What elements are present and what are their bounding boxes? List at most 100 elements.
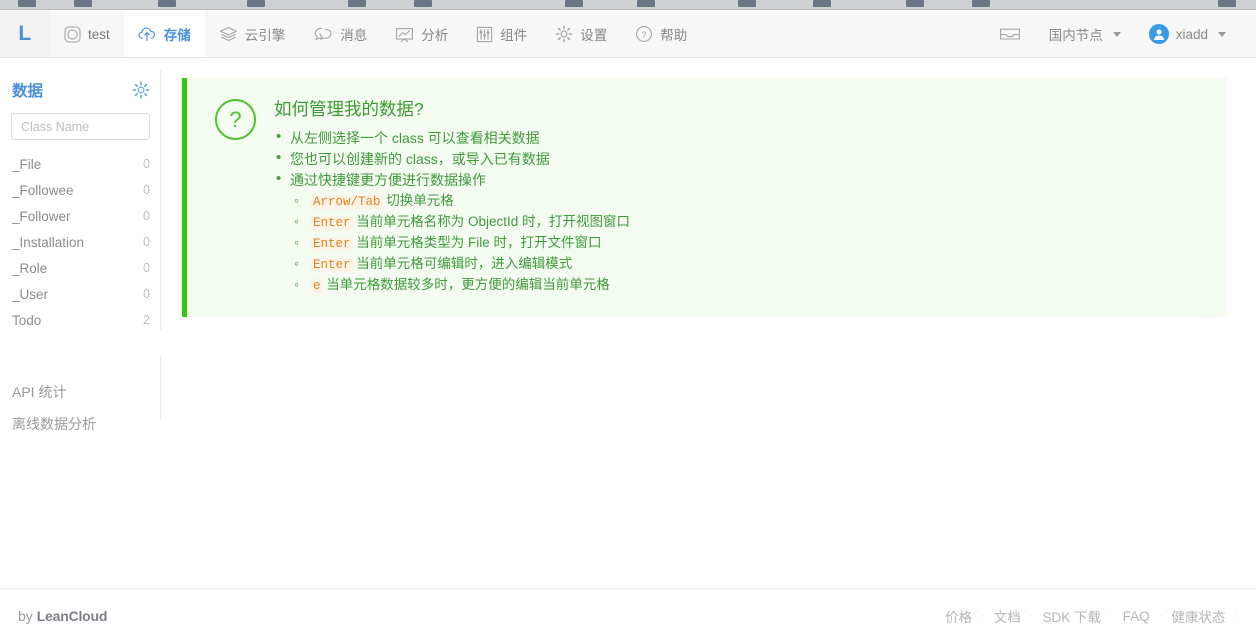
class-list-item-installation[interactable]: _Installation 0 <box>0 229 161 255</box>
help-bullet-text: 您也可以创建新的 class，或导入已有数据 <box>290 151 550 167</box>
help-callout: ? 如何管理我的数据? 从左侧选择一个 class 可以查看相关数据 您也可以创… <box>182 78 1227 317</box>
leancloud-logo[interactable]: L <box>0 11 50 57</box>
gear-icon <box>555 25 573 43</box>
region-label: 国内节点 <box>1048 28 1103 43</box>
shortcut-list: Arrow/Tab 切换单元格 Enter 当前单元格名称为 ObjectId … <box>290 190 1207 296</box>
sidebar-header: 数据 <box>0 58 161 101</box>
nav-help[interactable]: ? 帮助 <box>621 11 701 57</box>
nav-analytics[interactable]: 分析 <box>381 11 462 57</box>
nav-right-group: 国内节点 xiadd <box>985 11 1256 57</box>
footer-link-health-status[interactable]: 健康状态 <box>1162 606 1234 626</box>
help-bullet: 从左侧选择一个 class 可以查看相关数据 <box>274 127 1207 148</box>
sliders-icon <box>476 26 493 43</box>
shortcut-item: Enter 当前单元格名称为 ObjectId 时，打开视图窗口 <box>290 211 1207 233</box>
avatar <box>1148 24 1169 44</box>
logo-letter: L <box>18 22 32 45</box>
shortcut-desc: 当前单元格类型为 File 时，打开文件窗口 <box>356 235 602 250</box>
footer-link-sdk-download[interactable]: SDK 下载 <box>1033 606 1110 626</box>
svg-text:?: ? <box>642 30 647 41</box>
shortcut-key: Enter <box>311 216 353 230</box>
class-name-search-input[interactable] <box>11 113 150 140</box>
shortcut-desc: 当前单元格可编辑时，进入编辑模式 <box>356 256 573 271</box>
region-selector[interactable]: 国内节点 <box>1035 24 1135 44</box>
footer-link-docs[interactable]: 文档 <box>985 606 1030 626</box>
class-list-item-followee[interactable]: _Followee 0 <box>0 177 161 203</box>
shortcut-desc: 当前单元格名称为 ObjectId 时，打开视图窗口 <box>356 214 631 229</box>
shortcut-key: e <box>311 279 323 293</box>
nav-storage-label: 存储 <box>163 28 191 43</box>
footer-brand-name: LeanCloud <box>36 608 108 624</box>
question-mark-icon: ? <box>215 99 256 140</box>
chat-bubbles-icon <box>313 26 333 42</box>
shortcut-key: Enter <box>311 258 353 272</box>
shortcut-key: Enter <box>311 237 353 251</box>
class-name: _Followee <box>12 182 74 198</box>
nav-components[interactable]: 组件 <box>462 11 541 57</box>
nav-app-test-label: test <box>88 26 110 42</box>
help-bullet-list: 从左侧选择一个 class 可以查看相关数据 您也可以创建新的 class，或导… <box>274 127 1207 296</box>
class-count: 0 <box>143 183 150 197</box>
class-list: _File 0 _Followee 0 _Follower 0 _Install… <box>0 151 161 333</box>
class-name: Todo <box>12 312 42 328</box>
nav-settings-label: 设置 <box>580 28 608 43</box>
user-menu[interactable]: xiadd <box>1135 24 1240 44</box>
nav-components-label: 组件 <box>500 28 528 43</box>
help-title: 如何管理我的数据? <box>274 99 424 119</box>
cloud-upload-icon <box>138 26 157 42</box>
sidebar: 数据 _File 0 _Followee 0 _Follower 0 _Inst… <box>0 58 161 643</box>
shortcut-key: Arrow/Tab <box>311 195 383 209</box>
help-body: 如何管理我的数据? 从左侧选择一个 class 可以查看相关数据 您也可以创建新… <box>274 95 1207 297</box>
footer-link-faq[interactable]: FAQ <box>1114 609 1159 624</box>
class-count: 0 <box>143 209 150 223</box>
layers-icon <box>219 26 238 42</box>
help-bullet: 通过快捷键更方便进行数据操作 Arrow/Tab 切换单元格 Enter 当前单… <box>274 169 1207 296</box>
class-list-item-user[interactable]: _User 0 <box>0 281 161 307</box>
sidebar-item-label: API 统计 <box>12 384 67 400</box>
nav-analytics-label: 分析 <box>421 28 449 43</box>
class-count: 0 <box>143 235 150 249</box>
help-bullet-text: 通过快捷键更方便进行数据操作 <box>290 172 486 188</box>
class-list-item-todo[interactable]: Todo 2 <box>0 307 161 333</box>
nav-storage[interactable]: 存储 <box>123 11 205 57</box>
class-name: _File <box>12 156 42 172</box>
footer-brand: by LeanCloud <box>18 608 107 624</box>
main-content: ? 如何管理我的数据? 从左侧选择一个 class 可以查看相关数据 您也可以创… <box>161 58 1256 643</box>
sidebar-item-offline-analysis[interactable]: 离线数据分析 <box>0 408 161 440</box>
footer-separator: · <box>1234 610 1238 622</box>
nav-app-test[interactable]: test <box>50 11 124 57</box>
chart-board-icon <box>395 26 414 43</box>
sidebar-item-label: 离线数据分析 <box>12 416 96 432</box>
chevron-down-icon <box>1112 31 1121 37</box>
nav-cloud-engine[interactable]: 云引擎 <box>205 11 300 57</box>
shortcut-item: e 当单元格数据较多时，更方便的编辑当前单元格 <box>290 274 1207 296</box>
app-square-icon <box>64 25 81 43</box>
class-count: 0 <box>143 261 150 275</box>
sidebar-item-api-stats[interactable]: API 统计 <box>0 376 161 408</box>
footer-links: 价格 · 文档 · SDK 下载 · FAQ · 健康状态 · <box>936 606 1238 626</box>
sidebar-title: 数据 <box>12 83 44 100</box>
question-circle-icon: ? <box>635 25 653 43</box>
user-label: xiadd <box>1175 26 1208 42</box>
inbox-button[interactable] <box>985 25 1035 43</box>
class-count: 0 <box>143 287 150 301</box>
footer-link-pricing[interactable]: 价格 <box>936 606 981 626</box>
class-list-item-file[interactable]: _File 0 <box>0 151 161 177</box>
class-count: 2 <box>143 313 150 327</box>
top-navigation-bar: L test 存储 云引擎 消息 分析 组件 设置 ? 帮助 国内节点 xiad… <box>0 11 1256 58</box>
class-name: _User <box>12 286 49 302</box>
nav-help-label: 帮助 <box>660 28 688 43</box>
nav-cloud-engine-label: 云引擎 <box>244 28 286 43</box>
shortcut-item: Enter 当前单元格类型为 File 时，打开文件窗口 <box>290 232 1207 254</box>
gear-icon[interactable] <box>132 81 150 99</box>
class-name: _Role <box>12 260 48 276</box>
help-bullet: 您也可以创建新的 class，或导入已有数据 <box>274 148 1207 169</box>
page-footer: by LeanCloud 价格 · 文档 · SDK 下载 · FAQ · 健康… <box>0 588 1256 643</box>
chevron-down-icon <box>1218 31 1226 37</box>
nav-settings[interactable]: 设置 <box>541 11 621 57</box>
nav-messaging[interactable]: 消息 <box>299 11 381 57</box>
sidebar-secondary-links: API 统计 离线数据分析 <box>0 376 161 440</box>
nav-messaging-label: 消息 <box>340 28 368 43</box>
inbox-icon <box>999 25 1021 43</box>
class-list-item-follower[interactable]: _Follower 0 <box>0 203 161 229</box>
class-list-item-role[interactable]: _Role 0 <box>0 255 161 281</box>
